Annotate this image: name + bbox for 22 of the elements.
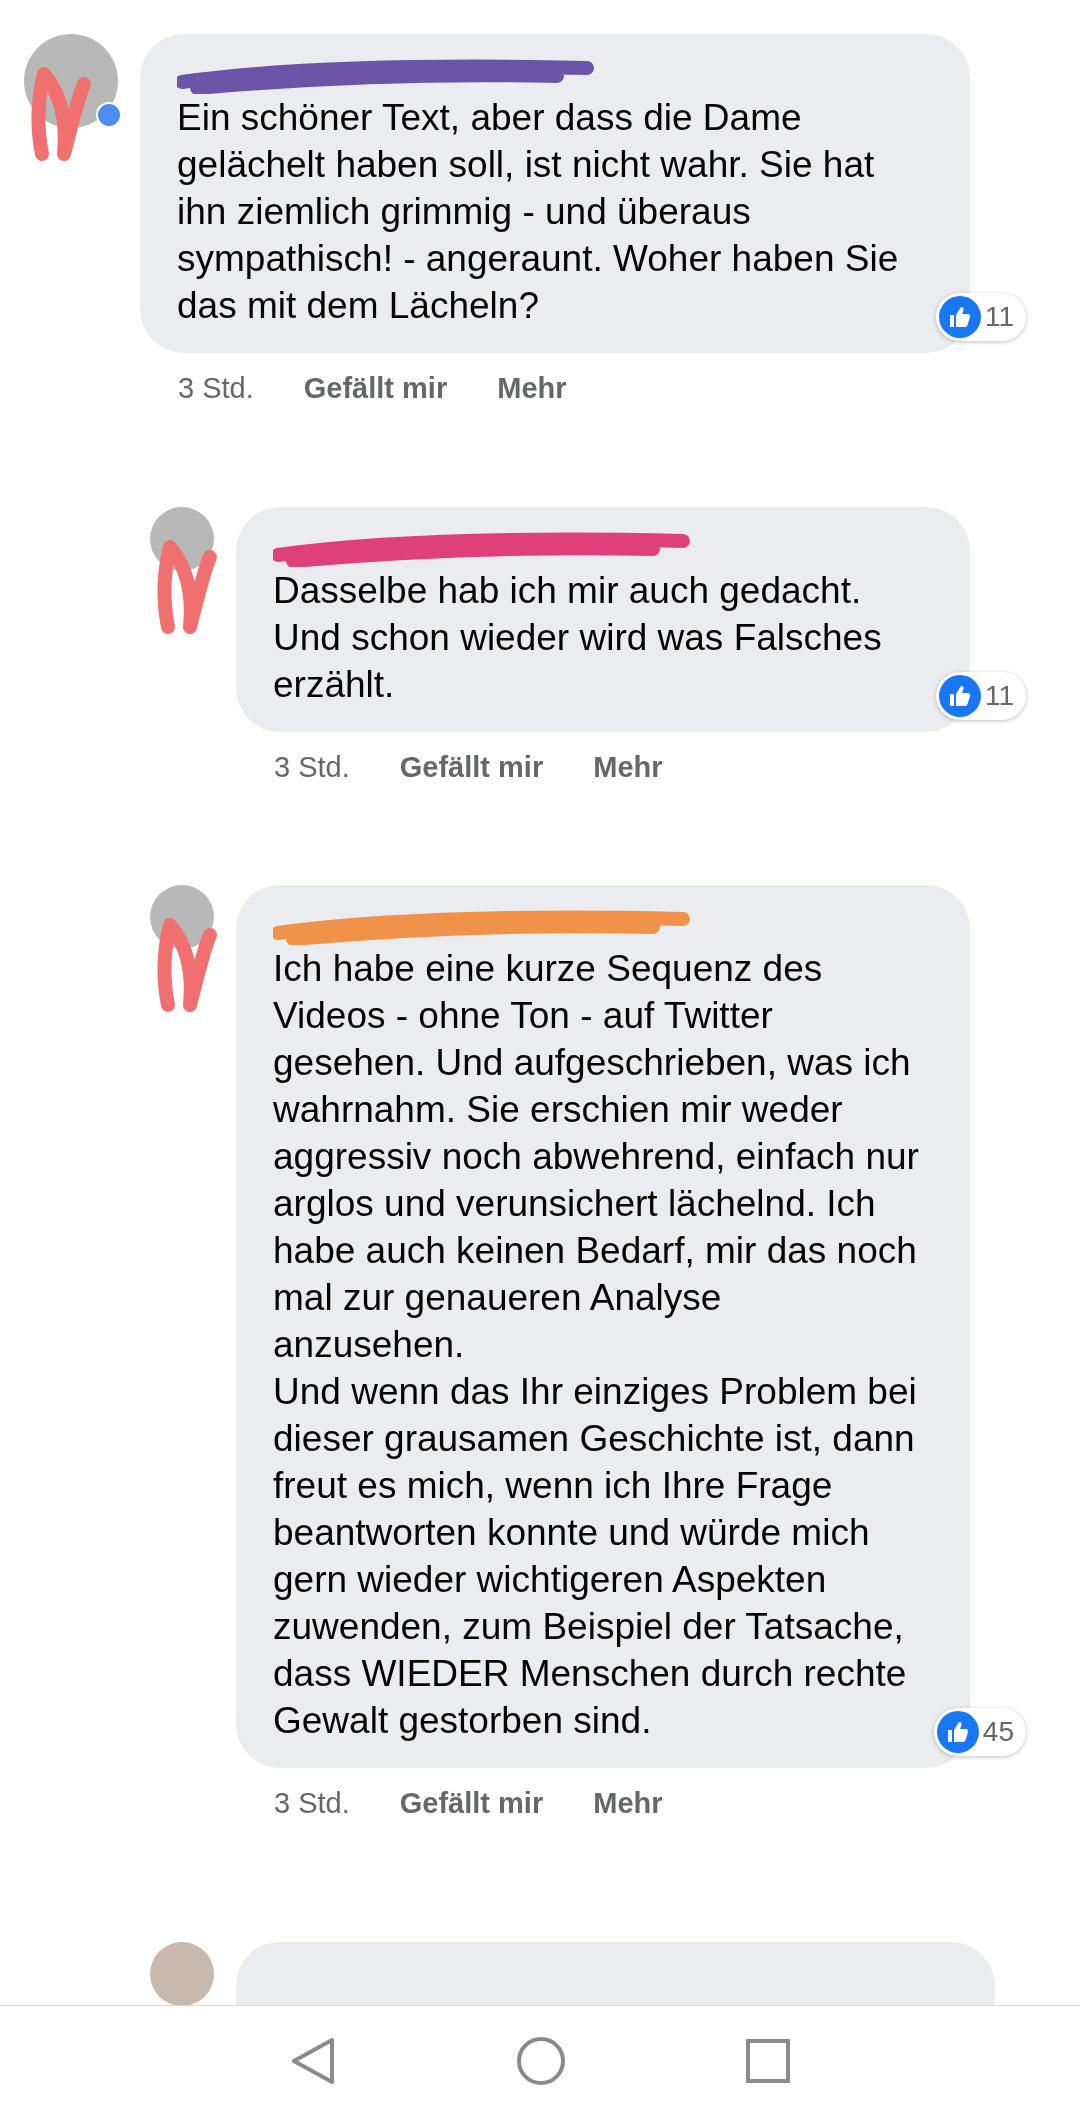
timestamp: 3 Std. (274, 1786, 350, 1821)
comment-text: Ich habe eine kurze Sequenz des Videos - ohne Ton - auf Twitter gesehen. Und aufgeschrieben, was ich wahrnahm. Sie erschien mir weder aggressiv noch abwehrend, einfach nur arglos und verunsichert lächelnd. Ich habe auch keinen Bedarf, mir das noch mal zur genaueren Analyse anzusehen. Und wenn das Ihr einziges Problem bei dieser grausamen Geschichte ist, dann freut es mich, wenn ich Ihre Frage beantworten konnte und würde mich gern wieder wichtigeren Aspekten zuwenden, zum Beispiel der Tatsache, dass WIEDER Menschen durch rechte Gewalt gestorben sind. (273, 947, 920, 1743)
more-link[interactable]: Mehr (593, 745, 663, 789)
reaction-count: 11 (984, 678, 1014, 713)
more-link[interactable]: Mehr (497, 367, 567, 411)
more-link[interactable]: Mehr (593, 1782, 663, 1826)
comment-text: Ein schöner Text, aber dass die Dame gelächelt haben soll, ist nicht wahr. Sie hat ihn ziemlich grimmig - und überaus sympathisch! - angeraunt. Woher haben Sie das mit dem Lächeln? (177, 96, 900, 328)
recent-apps-icon[interactable] (746, 2039, 790, 2083)
reaction-count: 45 (982, 1715, 1014, 1749)
home-icon[interactable] (516, 2036, 566, 2086)
like-icon (936, 1711, 979, 1753)
timestamp: 3 Std. (274, 749, 350, 785)
like-link[interactable]: Gefällt mir (399, 1782, 544, 1826)
comment-text: Dasselbe hab ich mir auch gedacht. Und schon wieder wird was Falsches erzählt. (273, 568, 883, 707)
reaction-count: 11 (984, 300, 1014, 334)
verified-icon (96, 102, 122, 128)
like-icon (938, 674, 981, 717)
like-link[interactable]: Gefällt mir (399, 745, 544, 789)
like-icon (938, 296, 981, 338)
timestamp: 3 Std. (178, 371, 254, 406)
like-link[interactable]: Gefällt mir (303, 367, 448, 411)
back-icon[interactable] (290, 2036, 336, 2086)
